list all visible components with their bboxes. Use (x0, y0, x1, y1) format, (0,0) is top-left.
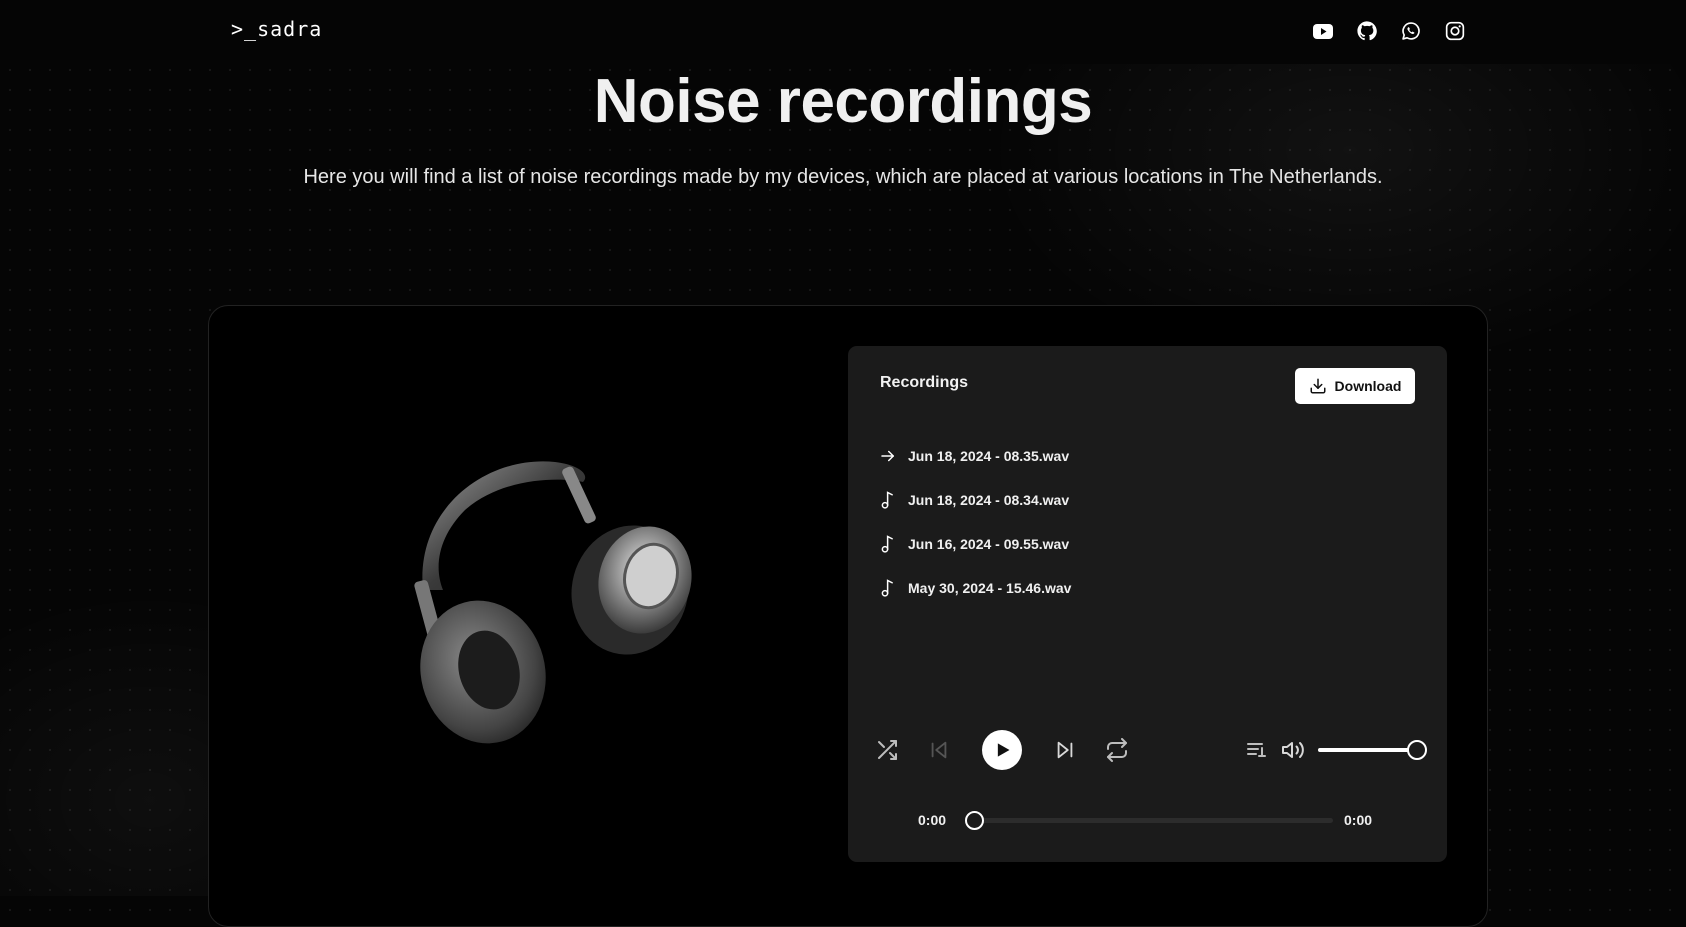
track-list: Jun 18, 2024 - 08.35.wav Jun 18, 2024 - … (878, 434, 1071, 610)
whatsapp-icon[interactable] (1398, 19, 1424, 43)
track-name: Jun 18, 2024 - 08.35.wav (908, 448, 1070, 464)
duration-time: 0:00 (1344, 812, 1373, 828)
shuffle-icon (878, 740, 897, 760)
track-name: Jun 16, 2024 - 09.55.wav (908, 536, 1070, 552)
download-button[interactable]: Download (1295, 368, 1415, 404)
track-name: Jun 18, 2024 - 08.34.wav (908, 492, 1070, 508)
progress-bar[interactable] (972, 818, 1333, 823)
page-subtitle: Here you will find a list of noise recor… (303, 166, 1383, 188)
current-time: 0:00 (918, 812, 947, 828)
play-button[interactable] (982, 730, 1022, 770)
list-item[interactable]: May 30, 2024 - 15.46.wav (878, 566, 1071, 610)
recordings-title: Recordings (880, 374, 969, 391)
volume-icon (1282, 742, 1304, 758)
download-icon (1310, 378, 1326, 394)
player-controls (874, 730, 1434, 770)
social-links (1310, 19, 1468, 43)
arrow-right-icon (878, 445, 898, 467)
youtube-icon[interactable] (1310, 19, 1336, 43)
skip-back-icon (931, 741, 947, 759)
repeat-icon (1107, 738, 1127, 762)
recordings-card: Recordings Download Jun 18, 2024 - 08.35… (848, 346, 1447, 862)
page-title: Noise recordings (593, 67, 1093, 136)
list-item[interactable]: Jun 18, 2024 - 08.34.wav (878, 478, 1071, 522)
progress-knob[interactable] (965, 811, 984, 830)
music-note-icon (878, 577, 898, 599)
play-icon (997, 743, 1010, 757)
playlist-icon (1247, 743, 1266, 757)
repeat-button[interactable] (1104, 730, 1130, 770)
site-header: >_sadra (0, 0, 1686, 64)
track-name: May 30, 2024 - 15.46.wav (908, 580, 1072, 596)
list-item[interactable]: Jun 16, 2024 - 09.55.wav (878, 522, 1071, 566)
previous-button[interactable] (926, 730, 952, 770)
instagram-icon[interactable] (1442, 19, 1468, 43)
shuffle-button[interactable] (874, 730, 900, 770)
volume-button[interactable] (1280, 730, 1306, 770)
headphones-illustration (414, 461, 692, 744)
github-icon[interactable] (1354, 19, 1380, 43)
music-note-icon (878, 533, 898, 555)
playlist-button[interactable] (1244, 730, 1270, 770)
skip-forward-icon (1057, 741, 1073, 759)
volume-knob[interactable] (1407, 740, 1427, 760)
music-note-icon (878, 489, 898, 511)
next-button[interactable] (1052, 730, 1078, 770)
download-label: Download (1334, 378, 1402, 394)
list-item[interactable]: Jun 18, 2024 - 08.35.wav (878, 434, 1071, 478)
volume-slider[interactable] (1318, 748, 1418, 752)
site-logo[interactable]: >_sadra (231, 17, 322, 41)
